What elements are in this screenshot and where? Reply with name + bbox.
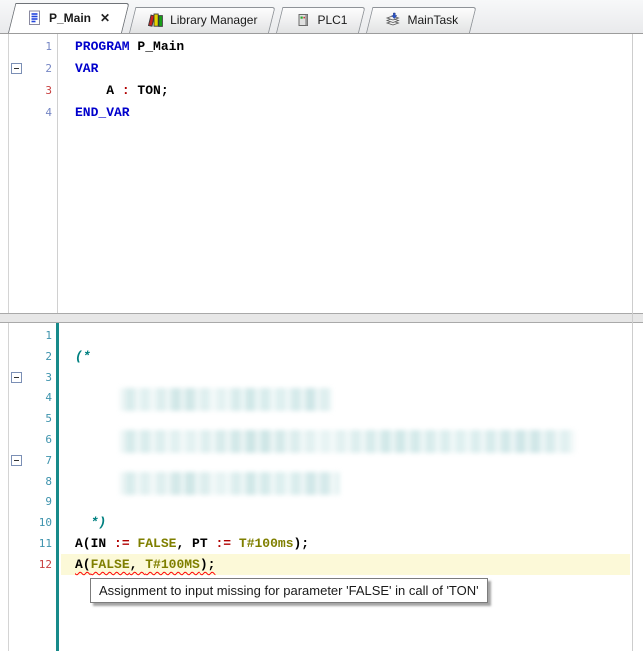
code-token: (* — [75, 349, 91, 364]
code-text: END_VAR — [75, 105, 130, 120]
codesys-editor-window: P_Main ✕ Library Manager PLC1 MainTask 1 PROG… — [0, 0, 643, 651]
tab-library-manager[interactable]: Library Manager — [129, 7, 269, 33]
code-token — [231, 536, 239, 551]
code-text: A(IN := FALSE, PT := T#100ms); — [75, 536, 309, 551]
code-line[interactable]: 5 — [0, 408, 643, 429]
code-token: VAR — [75, 61, 98, 76]
code-text: A : TON; — [75, 83, 169, 98]
tab-p-main[interactable]: P_Main ✕ — [8, 3, 122, 33]
document-icon — [26, 10, 43, 26]
code-token: A — [75, 83, 122, 98]
tab-maintask[interactable]: MainTask — [366, 7, 470, 33]
redacted-comment-block — [120, 430, 575, 453]
tab-content: Library Manager — [129, 7, 269, 33]
line-number: 10 — [14, 516, 52, 529]
code-line[interactable]: 3 — [0, 367, 643, 388]
fold-marker-collapse-icon[interactable] — [11, 372, 22, 383]
code-line[interactable]: 2VAR — [0, 58, 643, 80]
code-token: P_Main — [130, 39, 185, 54]
code-line[interactable]: 11 A(IN := FALSE, PT := T#100ms); — [0, 533, 643, 554]
implementation-code-area[interactable]: 12(*345678910 *)11A(IN := FALSE, PT := T… — [0, 325, 643, 575]
document-tab-bar: P_Main ✕ Library Manager PLC1 MainTask — [0, 0, 643, 34]
tab-label: P_Main — [49, 11, 91, 25]
line-number: 2 — [14, 350, 52, 363]
code-token: T#100ms — [239, 536, 294, 551]
tab-label: MainTask — [407, 13, 458, 27]
code-token: TON; — [130, 83, 169, 98]
line-number: 1 — [14, 329, 52, 342]
code-line[interactable]: 3 A : TON; — [0, 80, 643, 102]
line-number: 6 — [14, 433, 52, 446]
declaration-code-area[interactable]: 1PROGRAM P_Main2VAR3 A : TON;4END_VAR — [0, 36, 643, 124]
code-line[interactable]: 1 PROGRAM P_Main — [0, 36, 643, 58]
code-token: : — [122, 83, 130, 98]
redacted-comment-block — [120, 472, 340, 495]
code-text: VAR — [75, 61, 98, 76]
line-number: 12 — [14, 558, 52, 571]
line-number: 4 — [14, 106, 52, 119]
plc-device-icon — [294, 12, 311, 28]
fold-marker-collapse-icon[interactable] — [11, 455, 22, 466]
line-number: 11 — [14, 537, 52, 550]
code-token: := — [114, 536, 130, 551]
redacted-comment-block — [120, 388, 332, 411]
code-token: ); — [200, 557, 216, 572]
line-number: 3 — [14, 84, 52, 97]
code-token: A( — [75, 557, 91, 572]
tab-content: P_Main ✕ — [8, 3, 122, 33]
code-line[interactable]: 4 — [0, 387, 643, 408]
tab-content: MainTask — [366, 7, 470, 33]
code-line[interactable]: 1 — [0, 325, 643, 346]
tab-content: PLC1 — [276, 7, 359, 33]
code-token: ); — [294, 536, 310, 551]
code-token: A(IN — [75, 536, 114, 551]
code-line[interactable]: 2 (* — [0, 346, 643, 367]
code-text: (* — [75, 349, 91, 364]
editor-right-border — [632, 34, 633, 651]
code-token: FALSE — [91, 557, 130, 572]
code-token: *) — [75, 515, 106, 530]
code-text: PROGRAM P_Main — [75, 39, 184, 54]
code-token: FALSE — [137, 536, 176, 551]
code-token: T#100MS — [145, 557, 200, 572]
tab-label: Library Manager — [170, 13, 257, 27]
error-tooltip: Assignment to input missing for paramete… — [90, 578, 488, 603]
code-line[interactable]: 6 — [0, 429, 643, 450]
tab-plc1[interactable]: PLC1 — [276, 7, 359, 33]
task-icon — [384, 12, 401, 28]
code-token: PROGRAM — [75, 39, 130, 54]
code-token: , — [130, 557, 146, 572]
code-line[interactable]: 10 *) — [0, 512, 643, 533]
pane-splitter[interactable] — [0, 313, 643, 323]
library-icon — [147, 12, 164, 28]
fold-marker-collapse-icon[interactable] — [11, 63, 22, 74]
line-number: 9 — [14, 495, 52, 508]
line-number: 8 — [14, 475, 52, 488]
line-number: 1 — [14, 40, 52, 53]
code-token: END_VAR — [75, 105, 130, 120]
line-number: 5 — [14, 412, 52, 425]
declaration-editor[interactable]: 1PROGRAM P_Main2VAR3 A : TON;4END_VAR — [0, 34, 643, 313]
code-token: := — [215, 536, 231, 551]
close-tab-icon[interactable]: ✕ — [100, 12, 110, 24]
code-line[interactable]: 8 — [0, 471, 643, 492]
code-line[interactable]: 12 A(FALSE, T#100MS); — [0, 554, 643, 575]
line-number: 4 — [14, 391, 52, 404]
code-token: , PT — [176, 536, 215, 551]
code-line[interactable]: 4 END_VAR — [0, 102, 643, 124]
code-text: *) — [75, 515, 106, 530]
code-text: A(FALSE, T#100MS); — [75, 557, 215, 572]
tab-label: PLC1 — [317, 13, 347, 27]
